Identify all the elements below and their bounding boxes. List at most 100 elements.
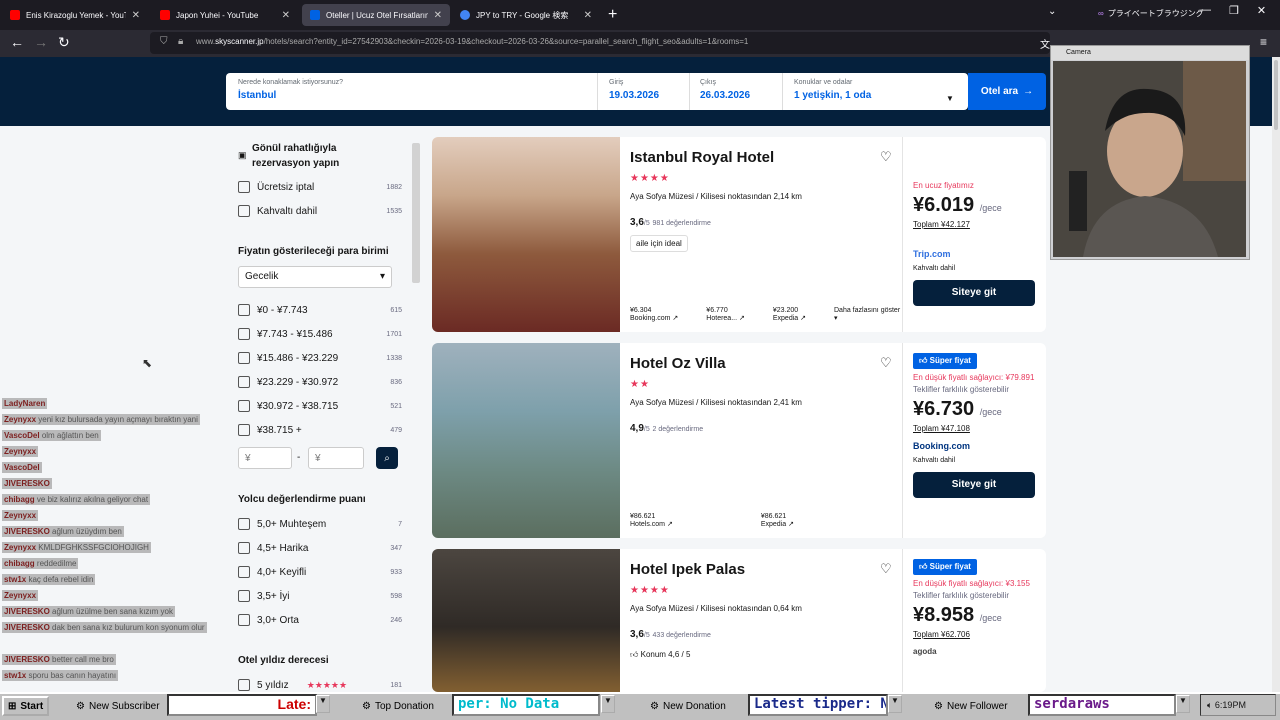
provider-price[interactable]: ¥23.200 Expedia ↗	[773, 307, 806, 322]
hotel-name[interactable]: Hotel Ipek Palas	[630, 561, 745, 578]
new-tab-icon[interactable]: +	[608, 6, 617, 24]
card-divider	[902, 549, 903, 692]
filter-scrollbar[interactable]	[412, 143, 420, 283]
back-icon[interactable]: ←	[10, 34, 24, 50]
thumbs-up-icon: 👍︎	[919, 562, 928, 571]
hotel-rating: 3,6/5 433 değerlendirme	[630, 629, 711, 640]
chat-message: VascoDel olm ağlattın ben	[2, 430, 101, 441]
checkbox[interactable]	[238, 181, 250, 193]
chat-message: VascoDel	[2, 462, 42, 473]
checkbox[interactable]	[238, 328, 250, 340]
provider-price[interactable]: ¥86.621 Expedia ↗	[761, 513, 794, 528]
tab-youtube-enis[interactable]: Enis Kirazoglu Yemek - YouTube ✕	[2, 4, 148, 26]
chat-message: Zeynyxx	[2, 590, 39, 601]
go-to-site-button[interactable]: Siteye git	[913, 280, 1035, 306]
hotel-photo[interactable]	[432, 549, 620, 692]
filter-rating-3[interactable]: 3,5+ İyi 598	[238, 590, 402, 602]
provider-price[interactable]: ¥6.770 Hoterea... ↗	[706, 307, 745, 322]
hotel-card[interactable]: Hotel Ipek Palas ♡ ★★★★ Aya Sofya Müzesi…	[432, 549, 1046, 692]
dropdown-arrow-icon[interactable]: ▼	[601, 695, 615, 713]
range-dash: -	[297, 452, 301, 463]
start-button[interactable]: ⊞ Start	[2, 696, 50, 716]
hotel-name[interactable]: Hotel Oz Villa	[630, 355, 726, 372]
tab-youtube-japon[interactable]: Japon Yuhei - YouTube ✕	[152, 4, 298, 26]
thumbs-up-icon: 👍︎	[630, 650, 639, 659]
filter-rating-2[interactable]: 4,0+ Keyifli 933	[238, 566, 402, 578]
close-icon[interactable]: ✕	[434, 10, 442, 21]
heart-icon[interactable]: ♡	[880, 355, 892, 371]
restore-icon[interactable]: ❐	[1229, 4, 1239, 17]
search-icon[interactable]: ⌕	[376, 447, 398, 469]
chevron-down-icon[interactable]: ⌄	[1048, 6, 1056, 17]
filter-rating-4[interactable]: 3,0+ Orta 246	[238, 614, 402, 626]
filter-price-0[interactable]: ¥0 - ¥7.743 615	[238, 304, 402, 316]
heart-icon[interactable]: ♡	[880, 149, 892, 165]
hotel-tag: 👍︎ Konum 4,6 / 5	[630, 650, 691, 659]
filter-free-cancel[interactable]: Ücretsiz iptal 1882	[238, 181, 402, 193]
show-more-prices[interactable]: Daha fazlasını göster ▾	[834, 307, 900, 322]
widget-icon: ⚙	[76, 700, 85, 712]
menu-icon[interactable]: ≡	[1260, 35, 1267, 49]
forward-icon[interactable]: →	[34, 34, 48, 50]
guests-field[interactable]: Konuklar ve odalar 1 yetişkin, 1 oda	[784, 73, 968, 110]
close-window-icon[interactable]: ✕	[1257, 4, 1266, 17]
top-donation-widget[interactable]: ⚙ Top Donation	[362, 696, 434, 716]
speaker-icon: 🔈︎	[1207, 700, 1213, 710]
lock-icon[interactable]: 🔒︎	[178, 36, 183, 47]
destination-field[interactable]: Nerede konaklamak istiyorsunuz? İstanbul	[228, 73, 598, 110]
dropdown-arrow-icon[interactable]: ▼	[888, 695, 902, 713]
hotel-name[interactable]: Istanbul Royal Hotel	[630, 149, 774, 166]
external-link-icon: ↗	[739, 315, 745, 322]
filter-price-4[interactable]: ¥30.972 - ¥38.715 521	[238, 400, 402, 412]
hotel-photo[interactable]	[432, 343, 620, 538]
youtube-icon	[160, 10, 170, 20]
new-donation-widget[interactable]: ⚙ New Donation	[650, 696, 726, 716]
close-icon[interactable]: ✕	[584, 10, 592, 21]
system-clock[interactable]: 🔈︎ 6:19PM	[1200, 694, 1276, 716]
hotel-card[interactable]: Hotel Oz Villa ♡ ★★ Aya Sofya Müzesi / K…	[432, 343, 1046, 538]
filter-rating-0[interactable]: 5,0+ Muhteşem 7	[238, 518, 402, 530]
provider-price[interactable]: ¥6.304 Booking.com ↗	[630, 307, 678, 322]
hotel-card[interactable]: Istanbul Royal Hotel ♡ ★★★★ Aya Sofya Mü…	[432, 137, 1046, 332]
go-to-site-button[interactable]: Siteye git	[913, 472, 1035, 498]
url-text[interactable]: www.skyscanner.jp/hotels/search?entity_i…	[196, 37, 1036, 46]
hotel-photo[interactable]	[432, 137, 620, 332]
new-follower-widget[interactable]: ⚙ New Follower	[934, 696, 1008, 716]
translate-icon[interactable]: 文	[1040, 36, 1050, 51]
dropdown-arrow-icon[interactable]: ▼	[1176, 695, 1190, 713]
widget-icon: ⚙	[650, 700, 659, 712]
price-mode-select[interactable]: Gecelik ▾	[238, 266, 392, 288]
filter-rating-1[interactable]: 4,5+ Harika 347	[238, 542, 402, 554]
checkbox[interactable]	[238, 205, 250, 217]
page-scrollbar[interactable]	[1272, 57, 1280, 692]
filter-price-3[interactable]: ¥23.229 - ¥30.972 836	[238, 376, 402, 388]
chat-message: JIVERESKO	[2, 478, 52, 489]
minimize-icon[interactable]: —	[1200, 4, 1211, 17]
hotel-search-button[interactable]: Otel ara →	[968, 73, 1046, 110]
thumbs-up-icon: 👍︎	[919, 356, 928, 365]
close-icon[interactable]: ✕	[132, 10, 140, 21]
tab-skyscanner[interactable]: Oteller | Ucuz Otel Fırsatlarını K ✕	[302, 4, 450, 26]
checkin-field[interactable]: Giriş 19.03.2026	[599, 73, 690, 110]
checkbox[interactable]	[238, 352, 250, 364]
filter-stars-5[interactable]: 5 yıldız ★★★★★ 181	[238, 679, 402, 691]
reload-icon[interactable]: ↻	[58, 34, 70, 51]
close-icon[interactable]: ✕	[282, 10, 290, 21]
checkbox[interactable]	[238, 304, 250, 316]
filter-price-1[interactable]: ¥7.743 - ¥15.486 1701	[238, 328, 402, 340]
page-scrollbar-thumb[interactable]	[1274, 60, 1278, 130]
new-subscriber-widget[interactable]: ⚙ New Subscriber	[76, 696, 160, 716]
hotel-price: ¥8.958 /gece	[913, 604, 1002, 626]
filter-price-2[interactable]: ¥15.486 - ¥23.229 1338	[238, 352, 402, 364]
dropdown-arrow-icon[interactable]: ▼	[316, 695, 330, 713]
max-price-input[interactable]: ¥	[308, 447, 364, 469]
filter-breakfast[interactable]: Kahvaltı dahil 1535	[238, 205, 402, 217]
widget-icon: ⚙	[362, 700, 371, 712]
provider-price[interactable]: ¥86.621 Hotels.com ↗	[630, 513, 673, 528]
tab-google[interactable]: JPY to TRY - Google 検索 ✕	[452, 4, 600, 26]
filter-price-5[interactable]: ¥38.715 +479	[238, 424, 402, 436]
checkout-field[interactable]: Çıkış 26.03.2026	[690, 73, 783, 110]
chat-message: Zeynyxx KMLDFGHKSSFGCIOHOJIGH	[2, 542, 151, 553]
heart-icon[interactable]: ♡	[880, 561, 892, 577]
shield-icon[interactable]: ⛉	[160, 36, 168, 47]
